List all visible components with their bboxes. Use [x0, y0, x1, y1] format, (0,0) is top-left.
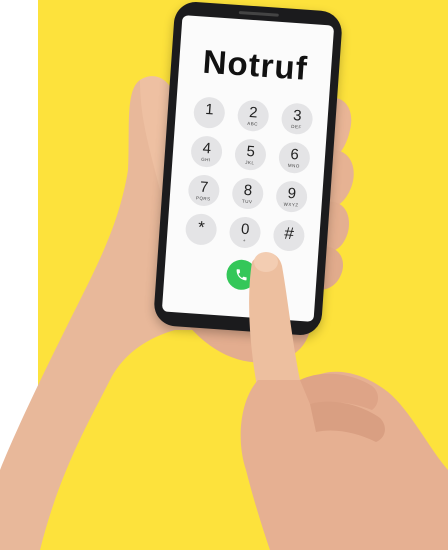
- photo-scene: Notruf 1 2 ABC 3 DEF 4 GHI 5 JKL 6 MNO 7 PQRS …: [0, 0, 448, 550]
- fingertip: [254, 252, 278, 272]
- hands-illustration-front: [240, 252, 448, 550]
